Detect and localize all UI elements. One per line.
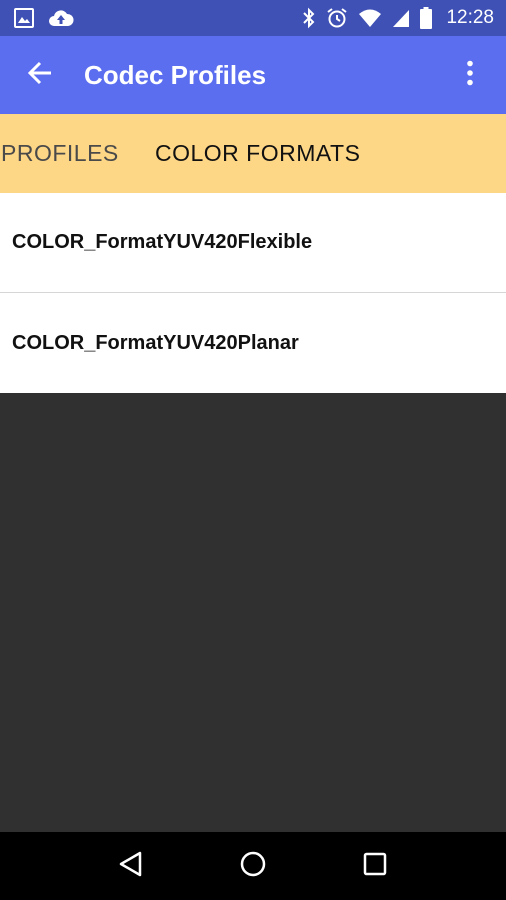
list-item[interactable]: COLOR_FormatYUV420Planar — [0, 293, 506, 393]
image-icon — [14, 8, 34, 28]
screen: 12:28 Codec Profiles PROFILES COLOR FORM… — [0, 0, 506, 900]
list-item[interactable]: COLOR_FormatYUV420Flexible — [0, 193, 506, 293]
overflow-menu-button[interactable] — [446, 47, 494, 103]
cloud-upload-icon — [48, 8, 74, 28]
arrow-back-icon — [27, 61, 53, 90]
list-item-label: COLOR_FormatYUV420Planar — [12, 331, 299, 354]
nav-back-button[interactable] — [101, 836, 161, 896]
status-left — [0, 8, 74, 28]
nav-home-button[interactable] — [223, 836, 283, 896]
tab-profiles[interactable]: PROFILES — [1, 140, 119, 167]
bluetooth-icon — [302, 7, 316, 29]
navigation-bar — [0, 832, 506, 900]
nav-recents-button[interactable] — [345, 836, 405, 896]
app-bar: Codec Profiles — [0, 36, 506, 114]
color-format-list: COLOR_FormatYUV420Flexible COLOR_FormatY… — [0, 193, 506, 393]
more-vert-icon — [466, 60, 474, 91]
tab-color-formats[interactable]: COLOR FORMATS — [155, 140, 360, 167]
back-button[interactable] — [12, 47, 68, 103]
back-triangle-icon — [118, 850, 144, 883]
alarm-icon — [326, 7, 348, 29]
signal-icon — [392, 8, 410, 28]
battery-icon — [420, 7, 433, 29]
recents-square-icon — [362, 851, 388, 882]
wifi-icon — [358, 8, 382, 28]
page-title: Codec Profiles — [84, 59, 267, 90]
status-time: 12:28 — [446, 7, 494, 28]
home-circle-icon — [239, 850, 267, 883]
status-right: 12:28 — [302, 7, 506, 29]
status-bar: 12:28 — [0, 0, 506, 36]
list-item-label: COLOR_FormatYUV420Flexible — [12, 231, 313, 253]
tab-bar: PROFILES COLOR FORMATS — [0, 114, 506, 193]
